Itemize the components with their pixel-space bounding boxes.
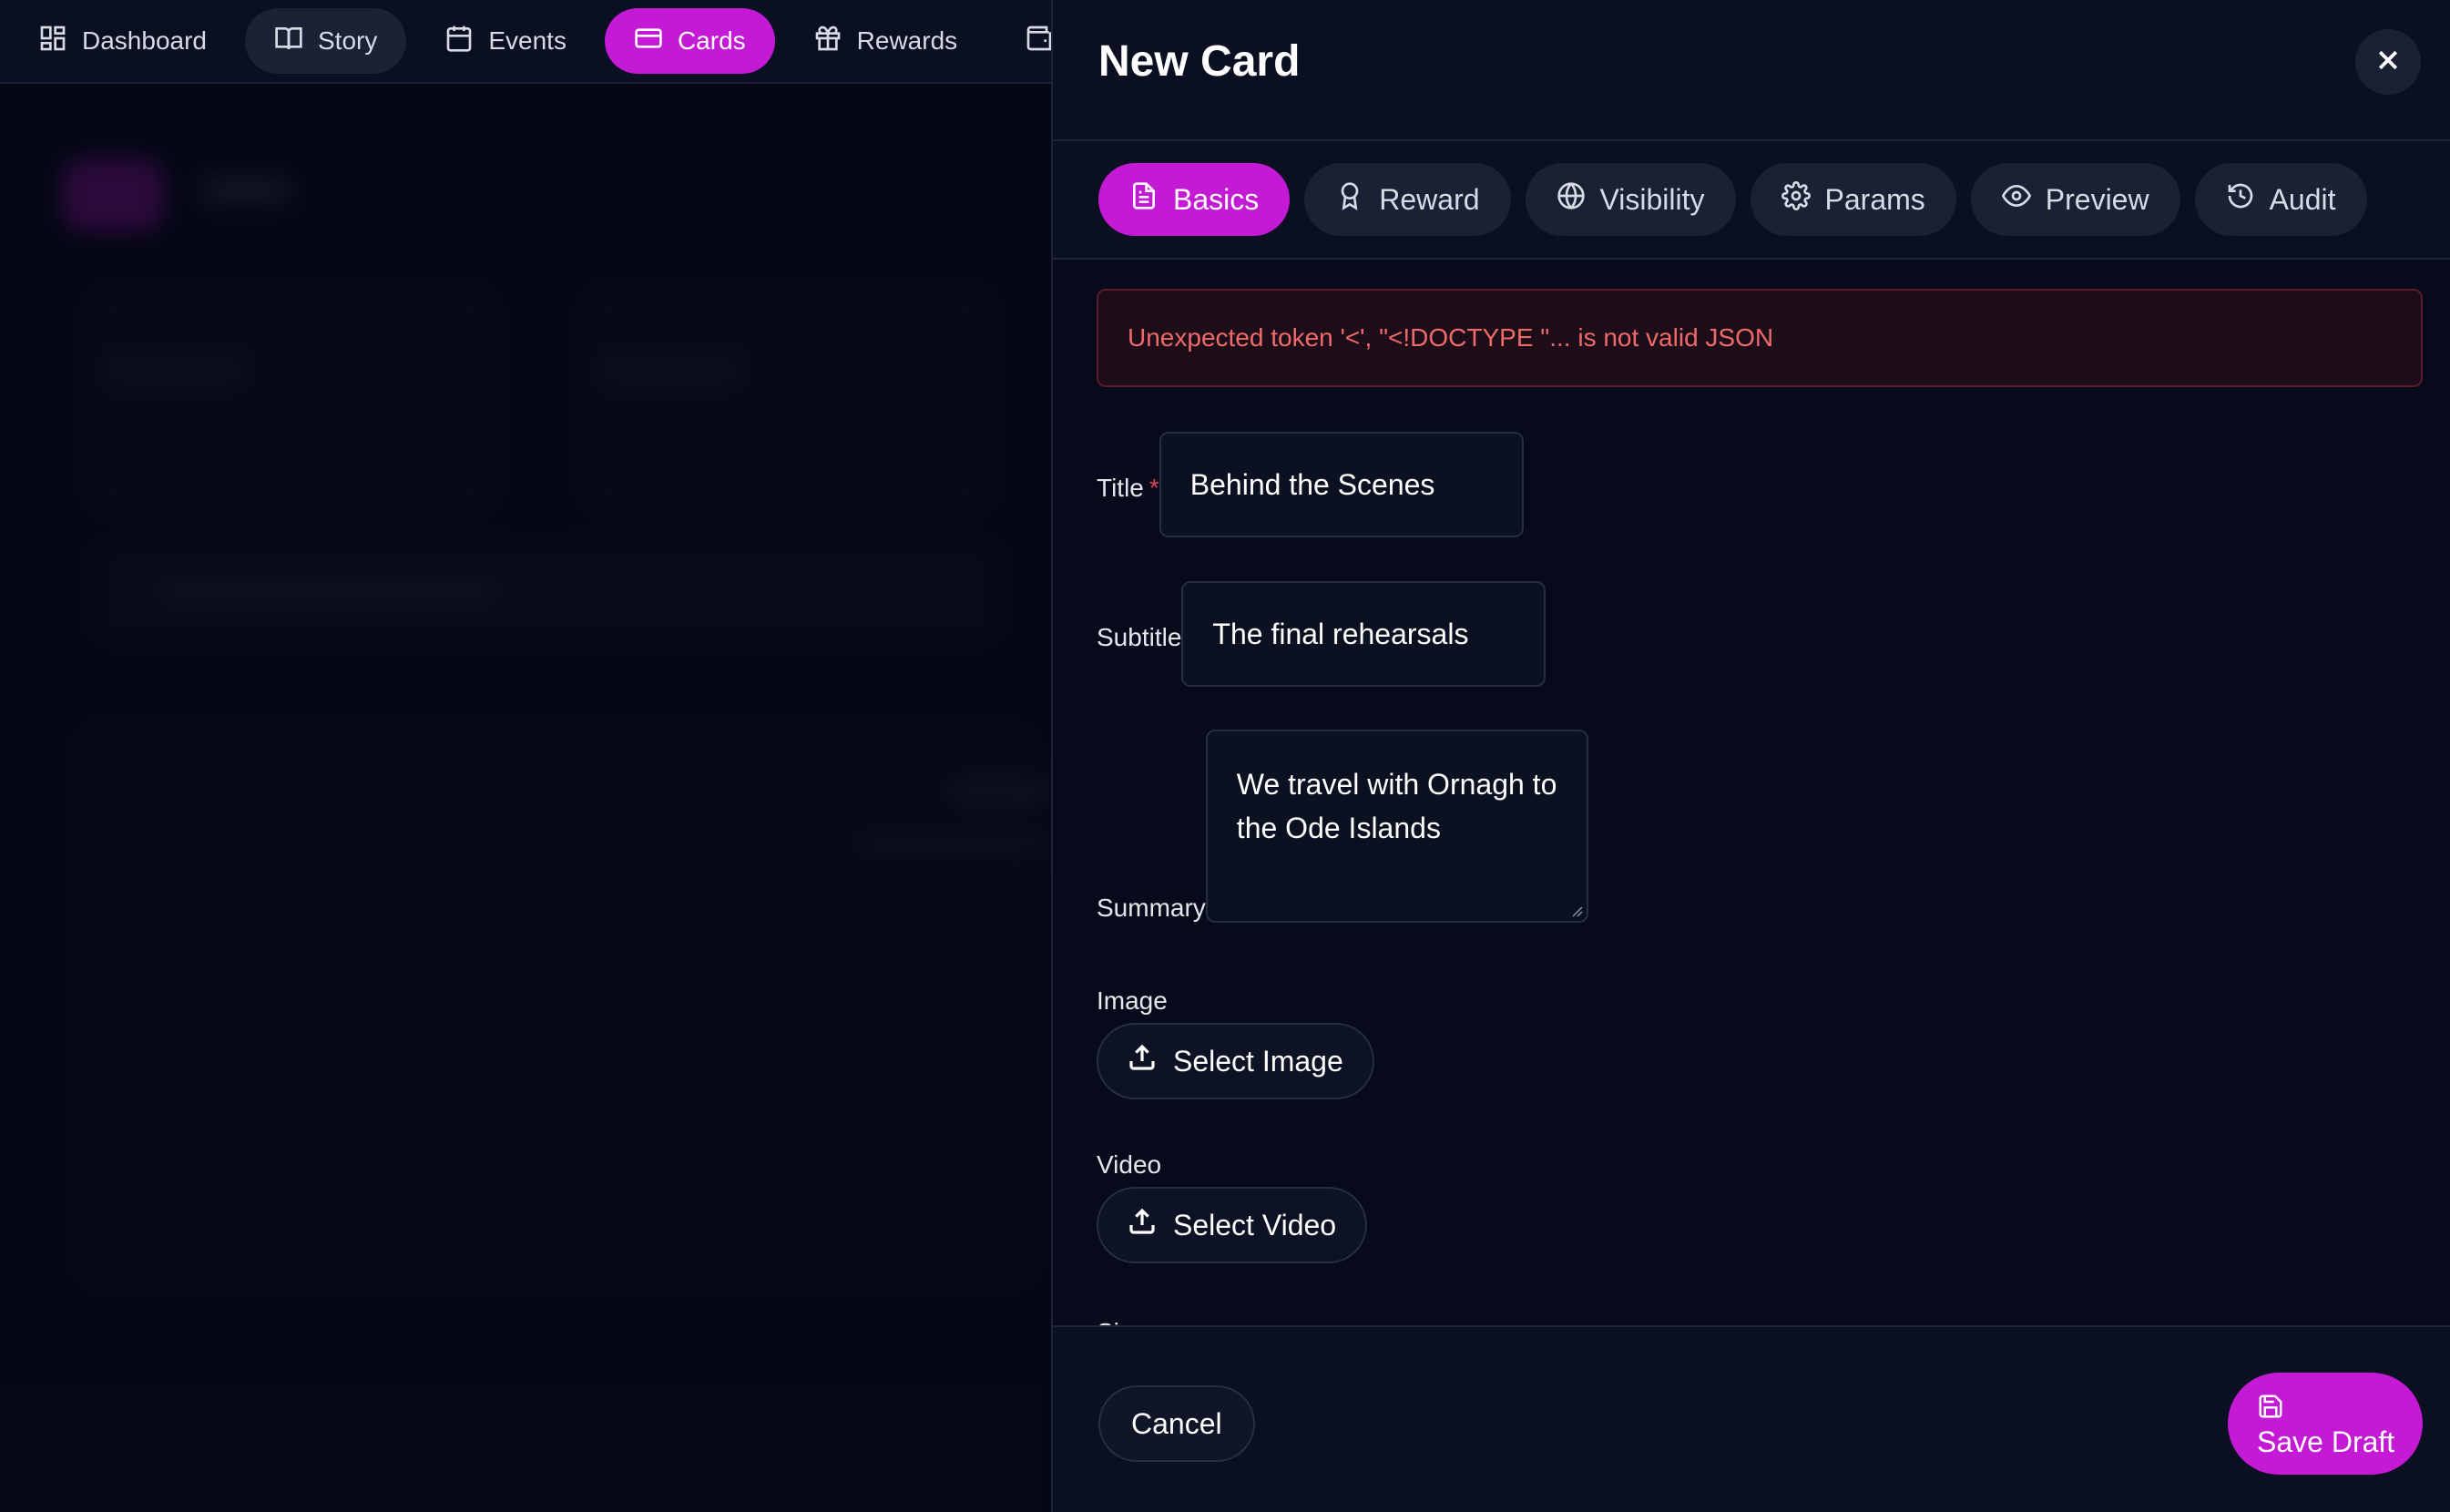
calendar-icon: [444, 24, 474, 59]
title-input[interactable]: Behind the Scenes: [1159, 432, 1524, 537]
select-video-button[interactable]: Select Video: [1097, 1187, 1368, 1263]
document-icon: [1129, 181, 1159, 218]
drawer-footer: Cancel Save Draft: [1053, 1325, 2450, 1512]
select-video-label: Select Video: [1173, 1208, 1337, 1241]
tab-visibility[interactable]: Visibility: [1525, 163, 1736, 236]
subtitle-field: Subtitle The final rehearsals: [1097, 581, 1547, 687]
nav-label: Story: [317, 26, 378, 55]
select-image-button[interactable]: Select Image: [1097, 1023, 1374, 1099]
required-mark: *: [1148, 474, 1159, 502]
error-alert: Unexpected token '<', "<!DOCTYPE "... is…: [1097, 289, 2423, 387]
tab-label: Visibility: [1599, 182, 1705, 216]
tab-basics[interactable]: Basics: [1098, 163, 1291, 236]
title-label: Title *: [1097, 474, 1159, 502]
wallet-icon: [1025, 24, 1051, 59]
history-icon: [2226, 181, 2255, 218]
card-icon: [634, 24, 663, 59]
tab-label: Preview: [2045, 182, 2149, 216]
tab-label: Audit: [2269, 182, 2336, 216]
nav-label: Dashboard: [82, 26, 207, 55]
nav-label: Events: [488, 26, 567, 55]
drawer-tabs: Basics Reward Visibility Params Preview …: [1053, 141, 2450, 260]
eye-icon: [2001, 181, 2031, 218]
select-image-label: Select Image: [1173, 1044, 1343, 1078]
save-icon: [2257, 1393, 2423, 1420]
nav-item-dashboard[interactable]: Dashboard: [24, 8, 236, 74]
summary-textarea[interactable]: We travel with Ornagh to the Ode Islands: [1205, 730, 1588, 923]
tab-preview[interactable]: Preview: [1970, 163, 2180, 236]
tab-params[interactable]: Params: [1750, 163, 1956, 236]
nav-item-cards[interactable]: Cards: [604, 8, 775, 74]
title-field: Title * Behind the Scenes: [1097, 432, 1524, 537]
upload-icon: [1128, 1043, 1157, 1079]
drawer-header: New Card: [1053, 0, 2450, 141]
nav-label: Rewards: [856, 26, 958, 55]
close-button[interactable]: [2355, 29, 2421, 95]
close-icon: [2374, 46, 2402, 78]
error-message: Unexpected token '<', "<!DOCTYPE "... is…: [1128, 323, 1774, 352]
tab-audit[interactable]: Audit: [2194, 163, 2367, 236]
save-draft-button[interactable]: Save Draft: [2228, 1373, 2423, 1475]
tab-reward[interactable]: Reward: [1304, 163, 1511, 236]
resize-grip-icon[interactable]: [1570, 904, 1583, 917]
top-nav: Dashboard Story Events Cards Rewards: [0, 0, 1051, 84]
dashboard-icon: [38, 24, 67, 59]
globe-icon: [1557, 181, 1586, 218]
nav-item-rewards[interactable]: Rewards: [784, 8, 986, 74]
nav-item-story[interactable]: Story: [244, 8, 407, 74]
upload-icon: [1128, 1207, 1157, 1243]
modal-scrim[interactable]: [0, 84, 1051, 1512]
award-icon: [1335, 181, 1364, 218]
tab-label: Basics: [1173, 182, 1260, 216]
save-draft-label: Save Draft: [2257, 1425, 2395, 1458]
video-label: Video: [1097, 1150, 1162, 1179]
subtitle-input[interactable]: The final rehearsals: [1181, 581, 1547, 687]
tab-label: Params: [1824, 182, 1925, 216]
nav-label: Cards: [677, 26, 746, 55]
nav-item-wallet[interactable]: [995, 8, 1051, 74]
cancel-button[interactable]: Cancel: [1098, 1385, 1255, 1462]
image-label: Image: [1097, 986, 1168, 1015]
app-background: Dashboard Story Events Cards Rewards: [0, 0, 1051, 1512]
drawer-title: New Card: [1098, 37, 1301, 86]
summary-text: We travel with Ornagh to the Ode Islands: [1236, 768, 1557, 844]
book-icon: [274, 24, 303, 59]
nav-item-events[interactable]: Events: [415, 8, 596, 74]
form-content: Unexpected token '<', "<!DOCTYPE "... is…: [1097, 289, 2423, 1342]
gear-icon: [1781, 181, 1811, 218]
gift-icon: [813, 24, 842, 59]
subtitle-label: Subtitle: [1097, 623, 1182, 651]
new-card-drawer: New Card Basics Reward Visibility Params…: [1051, 0, 2450, 1512]
summary-label: Summary: [1097, 894, 1206, 922]
summary-field: Summary We travel with Ornagh to the Ode…: [1097, 730, 1588, 923]
tab-label: Reward: [1379, 182, 1480, 216]
